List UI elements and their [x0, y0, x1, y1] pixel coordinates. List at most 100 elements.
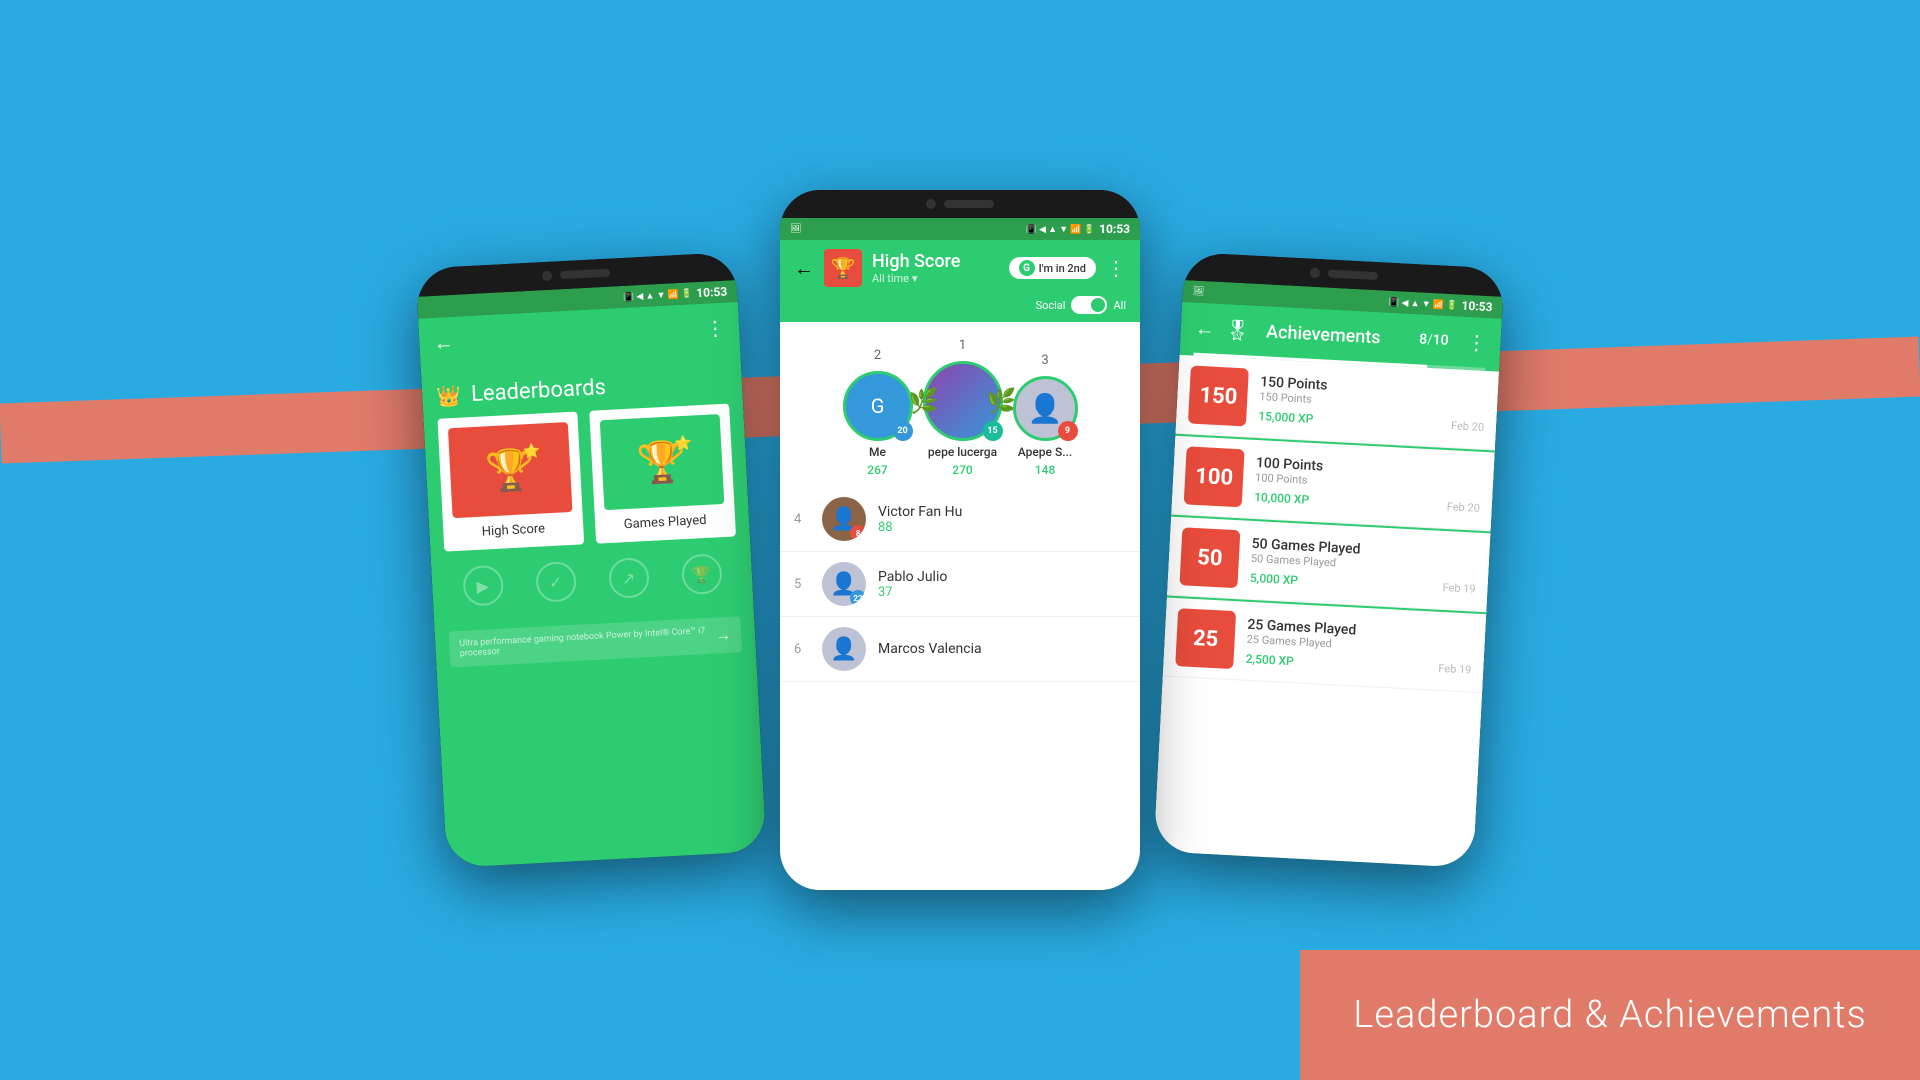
hs-trophy-box: 🏆: [824, 249, 862, 287]
camera-left: [542, 271, 553, 282]
back-icon-center[interactable]: ←: [794, 256, 814, 281]
lb-rank-6: 6: [794, 642, 810, 657]
all-label: All: [1113, 299, 1126, 312]
screen-center: ← 🏆 High Score All time ▾ G I'm in 2nd: [780, 240, 1140, 890]
achieve-count: 8/10: [1419, 331, 1449, 349]
highscore-app-bar: ← 🏆 High Score All time ▾ G I'm in 2nd: [780, 240, 1140, 296]
bottom-label-text: Leaderboard & Achievements: [1353, 993, 1866, 1037]
notification-icon: 🖼: [790, 224, 801, 234]
social-label: Social: [1036, 299, 1066, 312]
leaderboard-list: 2 G 20 Me 267 1 🌿 🌿: [780, 322, 1140, 890]
status-bar-center: 🖼 📳 ◀ ▲ ▼ 📶 🔋 10:53: [780, 218, 1140, 240]
lb-avatar-6: 👤: [822, 627, 866, 671]
time-right: 10:53: [1461, 299, 1493, 315]
ad-banner: Ultra performance gaming notebook Power …: [449, 616, 742, 667]
more-icon-center[interactable]: ⋮: [1106, 256, 1126, 280]
play-icon: ▶: [462, 565, 504, 607]
podium-score-3: 148: [1035, 463, 1055, 477]
speaker-center: [944, 200, 994, 208]
crown-icon: 👑: [436, 383, 462, 408]
lb-card-highscore[interactable]: 🏆 ⭐ High Score: [437, 411, 584, 551]
achieve-date-50: Feb 19: [1442, 581, 1476, 596]
camera-center: [926, 199, 936, 209]
lb-card-icon-highscore: 🏆 ⭐: [448, 422, 573, 518]
podium-rank-2: 2: [874, 348, 881, 363]
phone-right: 🖼 📳 ◀ ▲ ▼ 📶 🔋 10:53 ← 🎖 Achievements 8/1…: [1153, 252, 1504, 868]
lb-row-6: 6 👤 Marcos Valencia: [780, 617, 1140, 682]
more-icon-right[interactable]: ⋮: [1466, 330, 1487, 355]
lb-avatar-5: 👤 22: [822, 562, 866, 606]
hs-bar-info: 🏆 High Score All time ▾ G I'm in 2nd: [824, 249, 1096, 287]
hs-title: High Score: [872, 251, 999, 272]
status-icons-left: 📳 ◀ ▲ ▼ 📶 🔋: [623, 288, 693, 303]
lb-card-label-highscore: High Score: [481, 521, 545, 539]
app-bar-title-left: [465, 329, 705, 342]
screen-left: ← ⋮ 👑 Leaderboards 🏆 ⭐ High Score: [418, 302, 766, 868]
lb-avatar-4: 👤 8: [822, 497, 866, 541]
status-icons-center: 📳 ◀ ▲ ▼ 📶 🔋: [1026, 224, 1096, 235]
bottom-label-area: Leaderboard & Achievements: [1300, 950, 1920, 1080]
podium-row: 2 G 20 Me 267 1 🌿 🌿: [780, 322, 1140, 487]
achieve-date-25: Feb 19: [1438, 662, 1472, 677]
avatar-badge-apepe: 9: [1058, 421, 1078, 441]
phone-top-bar-center: [780, 190, 1140, 218]
lb-info-5: Pablo Julio 37: [878, 569, 1126, 600]
achieve-icon-50: 50: [1179, 527, 1240, 588]
podium-score-1: 270: [952, 463, 972, 477]
podium-item-1: 1 🌿 🌿 15 pepe lucerga 270: [923, 338, 1003, 477]
podium-rank-1: 1: [959, 338, 966, 353]
podium-item-2: 2 G 20 Me 267: [843, 348, 913, 477]
more-icon-left[interactable]: ⋮: [704, 316, 725, 341]
lb-card-label-gamesplayed: Games Played: [623, 513, 706, 532]
achieve-info-150: 150 Points 150 Points 15,000 XP Feb 20: [1258, 374, 1486, 435]
time-center: 10:53: [1099, 222, 1130, 236]
achieve-date-100: Feb 20: [1446, 500, 1480, 515]
hs-title-col: High Score All time ▾: [872, 251, 999, 285]
dropdown-icon[interactable]: ▾: [912, 272, 918, 285]
achieve-date-150: Feb 20: [1451, 419, 1485, 434]
toggle-knob: [1091, 298, 1105, 312]
lb-card-gamesplayed[interactable]: 🏆 ⭐ Games Played: [589, 404, 736, 544]
lb-name-6: Marcos Valencia: [878, 641, 1126, 657]
lb-name-4: Victor Fan Hu: [878, 504, 1126, 520]
lb-card-icon-gamesplayed: 🏆 ⭐: [600, 414, 725, 510]
phone-left: 📳 ◀ ▲ ▼ 📶 🔋 10:53 ← ⋮ 👑 Leaderboards 🏆 ⭐: [416, 252, 767, 868]
lb-score-4: 88: [878, 520, 1126, 535]
lb-info-6: Marcos Valencia: [878, 641, 1126, 657]
avatar-badge-me: 20: [893, 421, 913, 441]
achieve-xp-100: 10,000 XP: [1254, 489, 1310, 506]
avatar-badge-pepe: 15: [983, 421, 1003, 441]
podium-name-1: pepe lucerga: [928, 445, 997, 459]
speaker-left: [560, 269, 610, 280]
podium-item-3: 3 👤 9 Apepe S... 148: [1013, 353, 1078, 477]
status-icons-right: 📳 ◀ ▲ ▼ 📶 🔋: [1388, 296, 1458, 311]
trophy-icon: 🏆: [680, 553, 722, 595]
bottom-icons-row: ▶ ✓ ↗ 🏆: [430, 536, 753, 625]
lb-score-5: 37: [878, 585, 1126, 600]
ribbon-icon: 🎖: [1224, 317, 1251, 342]
phone-center: 🖼 📳 ◀ ▲ ▼ 📶 🔋 10:53 ← 🏆 High Score All t…: [780, 190, 1140, 890]
social-toggle[interactable]: [1071, 296, 1107, 314]
speaker-right: [1328, 270, 1378, 281]
achieve-info-50: 50 Games Played 50 Games Played 5,000 XP…: [1250, 535, 1478, 596]
achieve-list: 150 150 Points 150 Points 15,000 XP Feb …: [1153, 355, 1499, 868]
lb-info-4: Victor Fan Hu 88: [878, 504, 1126, 535]
podium-rank-3: 3: [1041, 353, 1048, 368]
lb-name-5: Pablo Julio: [878, 569, 1126, 585]
lb-badge-5: 22: [850, 590, 866, 606]
screen-right: ← 🎖 Achievements 8/10 ⋮ 150 150 Points 1…: [1153, 302, 1501, 868]
social-toggle-row: Social All: [780, 296, 1140, 322]
achieve-icon-150: 150: [1188, 365, 1249, 426]
achieve-icon-100: 100: [1184, 446, 1245, 507]
podium-name-3: Apepe S...: [1018, 445, 1072, 459]
leaderboard-cards: 🏆 ⭐ High Score 🏆 ⭐ Games Played: [423, 403, 750, 553]
back-icon-right[interactable]: ←: [1194, 315, 1215, 341]
achieve-xp-25: 2,500 XP: [1245, 651, 1294, 668]
back-icon-left[interactable]: ←: [433, 329, 454, 355]
laurel-left-1: 🌿: [909, 387, 939, 415]
phones-wrapper: 📳 ◀ ▲ ▼ 📶 🔋 10:53 ← ⋮ 👑 Leaderboards 🏆 ⭐: [0, 0, 1920, 1080]
achieve-row-25: 25 25 Games Played 25 Games Played 2,500…: [1163, 598, 1487, 694]
lb-rank-5: 5: [794, 577, 810, 592]
lb-rank-4: 4: [794, 512, 810, 527]
im-in-2nd-badge: G I'm in 2nd: [1009, 257, 1096, 279]
